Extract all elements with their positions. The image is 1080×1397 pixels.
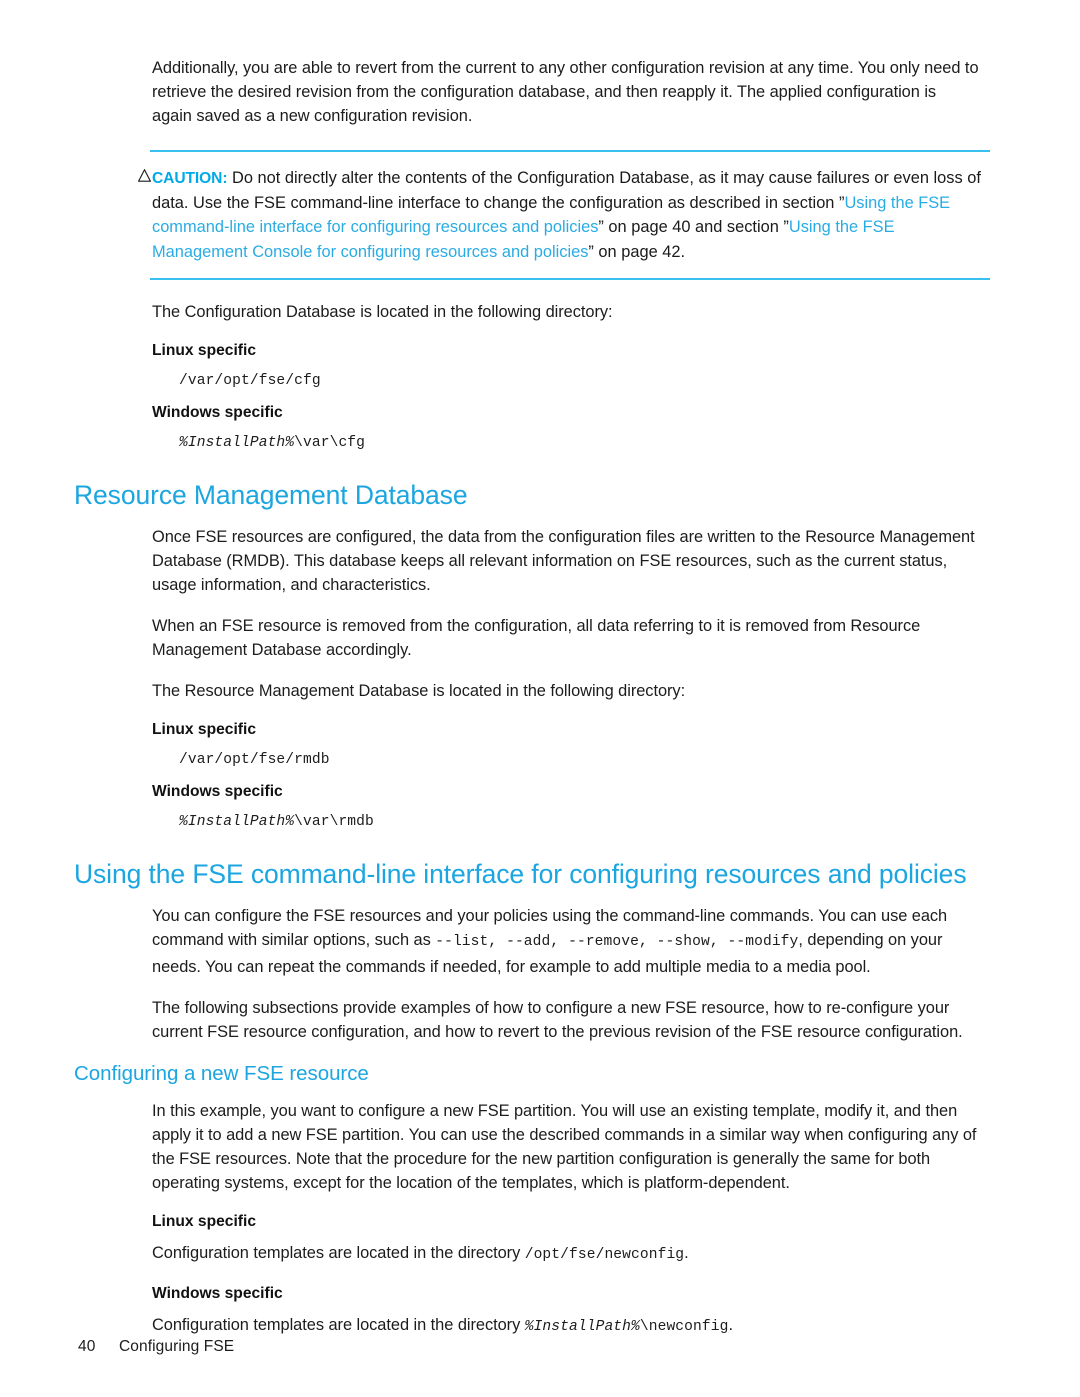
page-number: 40 [78, 1338, 96, 1355]
cli-paragraph-2: The following subsections provide exampl… [152, 998, 963, 1041]
caution-label: CAUTION: [152, 170, 228, 188]
config-db-windows-path-variable: %InstallPath% [179, 434, 295, 451]
new-resource-windows-path-variable: %InstallPath% [524, 1319, 640, 1336]
caution-top-rule [150, 150, 990, 153]
document-page: Additionally, you are able to revert fro… [0, 0, 1080, 1397]
new-resource-linux-path: /opt/fse/newconfig [524, 1247, 685, 1264]
rmdb-windows-path-variable: %InstallPath% [179, 814, 295, 831]
config-db-linux-path: /var/opt/fse/cfg [179, 372, 321, 389]
page-footer: 40 Configuring FSE [78, 1338, 234, 1356]
new-resource-paragraph: In this example, you want to configure a… [152, 1101, 977, 1193]
rmdb-linux-label: Linux specific [152, 721, 256, 739]
running-title: Configuring FSE [119, 1338, 235, 1355]
caution-admonition: CAUTION: Do not directly alter the conte… [138, 150, 990, 280]
caution-text-3: ” on page 42. [588, 242, 686, 261]
new-resource-section: Configuring a new FSE resource [74, 1061, 1080, 1087]
config-db-windows-path-rest: \var\cfg [294, 434, 366, 451]
caution-triangle-icon [138, 169, 151, 183]
rmdb-linux-path: /var/opt/fse/rmdb [179, 752, 330, 769]
rmdb-section: Resource Management Database [74, 479, 1080, 511]
caution-content: CAUTION: Do not directly alter the conte… [138, 166, 990, 263]
caution-bottom-rule [150, 277, 990, 280]
rmdb-windows-path-rest: \var\rmdb [294, 814, 374, 831]
rmdb-linux-path-block: /var/opt/fse/rmdb [152, 749, 980, 770]
new-resource-linux-text-before: Configuration templates are located in t… [152, 1244, 525, 1263]
caution-text-2: ” on page 40 and section ” [598, 218, 789, 237]
config-db-linux-label: Linux specific [152, 341, 256, 359]
config-db-windows-label: Windows specific [152, 403, 283, 421]
rmdb-paragraph-3: The Resource Management Database is loca… [152, 682, 686, 701]
new-resource-body: In this example, you want to configure a… [152, 1099, 1080, 1340]
rmdb-paragraph-2: When an FSE resource is removed from the… [152, 617, 921, 660]
new-resource-linux-label: Linux specific [152, 1213, 256, 1231]
config-db-intro: The Configuration Database is located in… [152, 302, 613, 321]
config-db-location-block: The Configuration Database is located in… [152, 300, 1080, 453]
new-resource-linux-sentence: Configuration templates are located in t… [152, 1241, 980, 1267]
new-resource-windows-text-before: Configuration templates are located in t… [152, 1316, 525, 1335]
new-resource-heading: Configuring a new FSE resource [74, 1061, 369, 1085]
new-resource-windows-sentence: Configuration templates are located in t… [152, 1313, 980, 1339]
rmdb-windows-label: Windows specific [152, 783, 283, 801]
intro-block: Additionally, you are able to revert fro… [152, 0, 1080, 128]
cli-section-body: You can configure the FSE resources and … [152, 904, 1080, 1043]
cli-section-heading: Using the FSE command-line interface for… [74, 859, 967, 890]
new-resource-windows-path-rest: \newconfig [639, 1319, 729, 1336]
rmdb-paragraph-1: Once FSE resources are configured, the d… [152, 527, 975, 594]
rmdb-heading: Resource Management Database [74, 479, 468, 510]
new-resource-linux-text-after: . [684, 1244, 689, 1263]
rmdb-windows-path-block: %InstallPath%\var\rmdb [152, 811, 980, 832]
cli-paragraph-1: You can configure the FSE resources and … [152, 904, 980, 978]
config-db-linux-path-block: /var/opt/fse/cfg [152, 370, 980, 391]
cli-option-list: --list, --add, --remove, --show, --modif… [435, 934, 799, 951]
rmdb-body: Once FSE resources are configured, the d… [152, 525, 1080, 833]
new-resource-windows-label: Windows specific [152, 1285, 283, 1303]
new-resource-windows-text-after: . [728, 1316, 733, 1335]
intro-paragraph: Additionally, you are able to revert fro… [152, 59, 979, 126]
config-db-windows-path-block: %InstallPath%\var\cfg [152, 432, 980, 453]
cli-section: Using the FSE command-line interface for… [74, 858, 1080, 890]
